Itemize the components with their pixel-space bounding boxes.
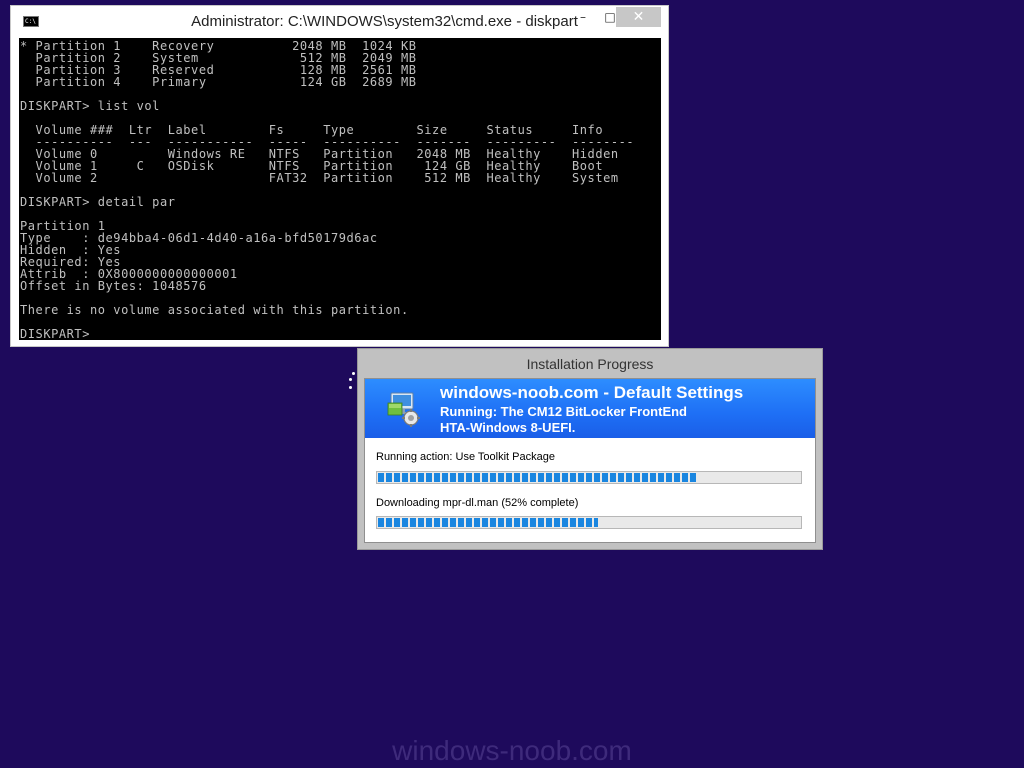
console-text: * Partition 1 Recovery 2048 MB 1024 KB P… [20,39,635,340]
action-progress-fill [378,473,696,482]
close-button[interactable]: ✕ [616,7,661,27]
busy-dots-icon [347,370,357,392]
download-progress-bar [376,516,802,529]
minimize-button[interactable]: – [570,7,596,27]
cmd-window[interactable]: C:\ Administrator: C:\WINDOWS\system32\c… [10,5,669,347]
installation-progress-window[interactable]: Installation Progress windows-noob.com -… [357,348,823,550]
action-status-text: Running action: Use Toolkit Package [376,451,555,463]
banner-title: windows-noob.com - Default Settings [440,383,744,402]
watermark-text: windows-noob.com [392,735,632,766]
cmd-titlebar[interactable]: C:\ Administrator: C:\WINDOWS\system32\c… [11,6,668,38]
action-progress-bar [376,471,802,484]
installation-progress-panel: windows-noob.com - Default Settings Runn… [364,378,816,543]
install-package-icon [387,392,420,427]
download-status-text: Downloading mpr-dl.man (52% complete) [376,497,579,509]
progress-banner: windows-noob.com - Default Settings Runn… [365,379,815,438]
banner-running-line: Running: The CM12 BitLocker FrontEnd [440,404,687,419]
installation-progress-title: Installation Progress [526,356,654,372]
banner-task-sequence-line: HTA-Windows 8-UEFI. [440,420,576,435]
download-progress-fill [378,518,599,527]
console-output[interactable]: * Partition 1 Recovery 2048 MB 1024 KB P… [19,38,661,340]
